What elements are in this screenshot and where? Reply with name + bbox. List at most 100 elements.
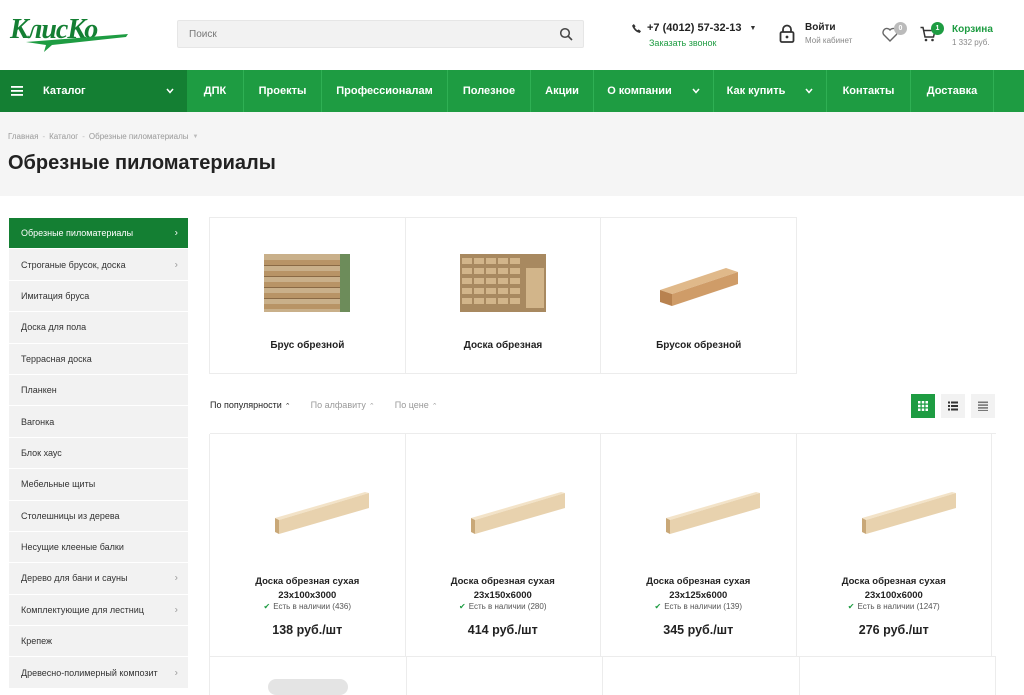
cart-total: 1 332 руб. — [952, 38, 990, 47]
klisko-logo[interactable]: КлисКо — [8, 12, 144, 54]
login-subtitle[interactable]: Мой кабинет — [805, 36, 852, 45]
chevron-down-icon[interactable]: ▼ — [193, 134, 199, 140]
category-tile[interactable]: Доска обрезная — [406, 218, 602, 373]
nav-item-contacts[interactable]: Контакты — [827, 70, 911, 112]
board-image — [861, 492, 956, 534]
breadcrumb-catalog[interactable]: Каталог — [49, 132, 78, 141]
favorites-button[interactable]: 0 — [882, 22, 908, 44]
sidebar-item[interactable]: Блок хаус — [9, 437, 188, 470]
main-nav: Каталог ДПК Проекты Профессионалам Полез… — [0, 70, 1024, 112]
catalog-label: Каталог — [43, 85, 86, 97]
nav-item-professionals[interactable]: Профессионалам — [322, 70, 448, 112]
chevron-down-icon — [805, 88, 813, 94]
chevron-down-icon — [166, 88, 174, 94]
site-header: КлисКо +7 (4012) 57-32-13 ▼ Заказать зво… — [0, 0, 1024, 70]
search-icon[interactable] — [559, 27, 573, 41]
sidebar-item[interactable]: Столешницы из дерева — [9, 500, 188, 532]
sidebar-item[interactable]: Крепеж — [9, 626, 188, 658]
product-card[interactable]: Доска обрезная сухая 23x100x6000 ✔ Есть в … — [795, 434, 992, 657]
sidebar-item[interactable]: Дерево для бани и сауны › — [9, 563, 188, 595]
sidebar-item[interactable]: Планкен — [9, 374, 188, 407]
chevron-right-icon: › — [174, 259, 178, 271]
nav-item-how-to-buy[interactable]: Как купить — [714, 70, 827, 112]
sidebar-item[interactable]: Строганые брусок, доска › — [9, 249, 188, 281]
cart-title[interactable]: Корзина — [952, 24, 993, 35]
nav-item-delivery[interactable]: Доставка — [911, 70, 994, 112]
phone-icon — [632, 23, 641, 33]
product-name[interactable]: Доска обрезная сухая 23x125x6000 — [601, 575, 796, 603]
breadcrumb-current[interactable]: Обрезные пиломатериалы — [89, 132, 189, 141]
breadcrumb-home[interactable]: Главная — [8, 132, 38, 141]
chevron-up-icon: ⌃ — [368, 403, 375, 410]
timber-stack-image — [264, 254, 351, 312]
sidebar-item[interactable]: Древесно-полимерный композит › — [9, 657, 188, 689]
chevron-up-icon: ⌃ — [284, 403, 291, 410]
nav-item-dpk[interactable]: ДПК — [187, 70, 244, 112]
chevron-right-icon: › — [174, 604, 178, 616]
sidebar-item[interactable]: Комплектующие для лестниц › — [9, 594, 188, 627]
sidebar-item[interactable]: Мебельные щиты — [9, 469, 188, 501]
phone-number[interactable]: +7 (4012) 57-32-13 — [647, 22, 741, 34]
nav-item-promotions[interactable]: Акции — [531, 70, 594, 112]
product-card[interactable] — [602, 657, 800, 695]
category-tile[interactable]: Брус обрезной — [210, 218, 406, 373]
board-image — [275, 492, 369, 534]
check-icon: ✔ — [847, 602, 855, 611]
list-view-button[interactable] — [941, 394, 965, 418]
sidebar-item[interactable]: Несущие клееные балки — [9, 531, 188, 564]
product-name[interactable]: Доска обрезная сухая 23x100x6000 — [797, 575, 992, 603]
board-image — [666, 492, 760, 534]
category-label[interactable]: Доска обрезная — [406, 340, 601, 351]
product-card[interactable]: Доска обрезная сухая 23x150x6000 ✔ Есть в … — [404, 434, 601, 657]
product-card[interactable] — [798, 657, 996, 695]
login-title[interactable]: Войти — [805, 22, 852, 33]
chevron-down-icon — [692, 88, 700, 94]
page-header: Главная - Каталог - Обрезные пиломатериа… — [0, 112, 1024, 196]
product-image — [268, 679, 348, 695]
search-input[interactable] — [178, 21, 538, 47]
category-label[interactable]: Брусок обрезной — [601, 340, 796, 351]
callback-link[interactable]: Заказать звонок — [649, 38, 756, 48]
catalog-menu-button[interactable]: Каталог — [0, 70, 187, 112]
sort-by-price[interactable]: По цене ⌃ — [395, 400, 438, 410]
login-block[interactable]: Войти Мой кабинет — [778, 22, 852, 45]
product-price: 138 руб./шт — [272, 623, 343, 637]
table-view-button[interactable] — [971, 394, 995, 418]
sidebar-item[interactable]: Террасная доска — [9, 343, 188, 375]
product-card[interactable]: Доска обрезная сухая 23x125x6000 ✔ Есть в … — [600, 434, 797, 657]
search-box — [177, 20, 584, 48]
sidebar-item[interactable]: Имитация бруса — [9, 280, 188, 313]
nav-item-projects[interactable]: Проекты — [244, 70, 322, 112]
cart-count-badge: 1 — [931, 22, 944, 35]
chevron-right-icon: › — [174, 572, 178, 584]
product-card[interactable] — [405, 657, 603, 695]
product-grid-next-row — [209, 656, 996, 695]
cart-button[interactable]: 1 Корзина 1 332 руб. — [920, 22, 993, 47]
product-card[interactable] — [209, 657, 407, 695]
product-price: 345 руб./шт — [663, 623, 734, 637]
sidebar-item[interactable]: Доска для пола — [9, 312, 188, 344]
product-card[interactable]: Доска обрезная сухая 23x100x3000 ✔ Есть в … — [209, 434, 406, 657]
breadcrumb: Главная - Каталог - Обрезные пиломатериа… — [8, 132, 198, 141]
chevron-right-icon: › — [174, 227, 178, 239]
product-price: 414 руб./шт — [467, 623, 538, 637]
list-icon — [948, 401, 958, 411]
check-icon: ✔ — [459, 602, 466, 611]
nav-item-useful[interactable]: Полезное — [448, 70, 531, 112]
lock-icon — [779, 24, 795, 43]
check-icon: ✔ — [654, 602, 662, 611]
chevron-down-icon[interactable]: ▼ — [749, 25, 756, 32]
grid-view-button[interactable] — [911, 394, 935, 418]
stock-status: ✔ Есть в наличии (1247) — [847, 602, 940, 611]
nav-item-about[interactable]: О компании — [594, 70, 714, 112]
sort-by-popularity[interactable]: По популярности ⌃ — [210, 400, 291, 410]
favorites-count-badge: 0 — [894, 22, 907, 35]
category-label[interactable]: Брус обрезной — [210, 340, 405, 351]
view-switcher — [911, 394, 995, 418]
product-name[interactable]: Доска обрезная сухая 23x100x3000 — [210, 575, 405, 603]
product-name[interactable]: Доска обрезная сухая 23x150x6000 — [406, 575, 601, 603]
category-tile[interactable]: Брусок обрезной — [601, 218, 796, 373]
sidebar-item[interactable]: Обрезные пиломатериалы › — [9, 218, 188, 250]
sidebar-item[interactable]: Вагонка — [9, 406, 188, 438]
sort-by-alphabet[interactable]: По алфавиту ⌃ — [311, 400, 375, 410]
